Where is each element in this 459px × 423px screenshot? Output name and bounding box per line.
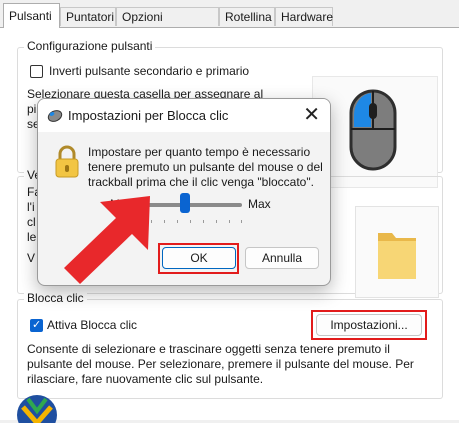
- cancel-button[interactable]: Annulla: [245, 247, 319, 269]
- tab-rotellina[interactable]: Rotellina: [219, 7, 275, 26]
- click-lock-label: Attiva Blocca clic: [47, 318, 138, 332]
- dialog-description-line1: Impostare per quanto tempo è necessario: [88, 145, 311, 159]
- tab-label: Hardware: [281, 10, 334, 24]
- group-title-click-lock: Blocca clic: [24, 291, 87, 305]
- checkmark-icon: ✓: [32, 319, 42, 331]
- swap-buttons-label: Inverti pulsante secondario e primario: [49, 64, 250, 78]
- group-title-config: Configurazione pulsanti: [24, 39, 156, 53]
- slider-max-label: Max: [248, 197, 271, 211]
- tab-hardware[interactable]: Hardware: [275, 7, 333, 26]
- ok-button-highlight: [158, 243, 239, 274]
- tab-opzioni-puntatore[interactable]: Opzioni puntatore: [116, 7, 219, 43]
- click-lock-checkbox[interactable]: ✓: [30, 319, 43, 332]
- dialog-title: Impostazioni per Blocca clic: [68, 108, 229, 123]
- slider-tick: [229, 220, 230, 223]
- dialog-title-bar[interactable]: Impostazioni per Blocca clic ✕: [38, 99, 330, 132]
- tab-label: Pulsanti: [9, 9, 52, 23]
- close-icon[interactable]: ✕: [303, 104, 320, 126]
- mouse-illustration-icon: [349, 89, 397, 171]
- slider-tick: [177, 220, 178, 223]
- dialog-description-line2: tenere premuto un pulsante del mouse o d…: [88, 160, 323, 174]
- lock-time-slider-thumb[interactable]: [179, 193, 190, 213]
- settings-button-highlight: [311, 310, 427, 340]
- dblclick-speed-label: V: [27, 251, 36, 265]
- tab-label: Puntatori: [66, 10, 115, 24]
- config-description-line2: pi: [27, 102, 37, 116]
- dialog-description-line3: trackball prima che il clic venga "blocc…: [88, 175, 314, 189]
- mouse-icon: [47, 110, 63, 122]
- click-lock-description-line2: pulsante del mouse. Per selezionare, pre…: [27, 357, 414, 371]
- slider-tick: [203, 220, 204, 223]
- slider-tick: [241, 220, 242, 223]
- red-arrow-icon: [64, 196, 150, 284]
- test-folder-area[interactable]: [355, 206, 439, 298]
- dialog-description: Impostare per quanto tempo è necessario …: [88, 145, 324, 190]
- dblclick-text-fragment: le: [27, 230, 37, 244]
- tab-pulsanti[interactable]: Pulsanti: [3, 3, 60, 28]
- lock-icon: [55, 145, 79, 178]
- click-lock-description-line1: Consente di selezionare e trascinare ogg…: [27, 342, 390, 356]
- tab-puntatori[interactable]: Puntatori: [60, 7, 116, 26]
- folder-icon: [378, 233, 416, 279]
- click-lock-description-line3: rilasciare, fare nuovamente clic sul pul…: [27, 372, 264, 386]
- slider-tick: [190, 220, 191, 223]
- site-logo-icon: [17, 395, 57, 423]
- dblclick-text-fragment: cl: [27, 215, 36, 229]
- dblclick-text-fragment: l'i: [27, 200, 35, 214]
- slider-tick: [164, 220, 165, 223]
- tab-strip: Pulsanti Puntatori Opzioni puntatore Rot…: [0, 0, 459, 43]
- swap-buttons-checkbox[interactable]: [30, 65, 43, 78]
- slider-tick: [216, 220, 217, 223]
- tab-label: Rotellina: [225, 10, 272, 24]
